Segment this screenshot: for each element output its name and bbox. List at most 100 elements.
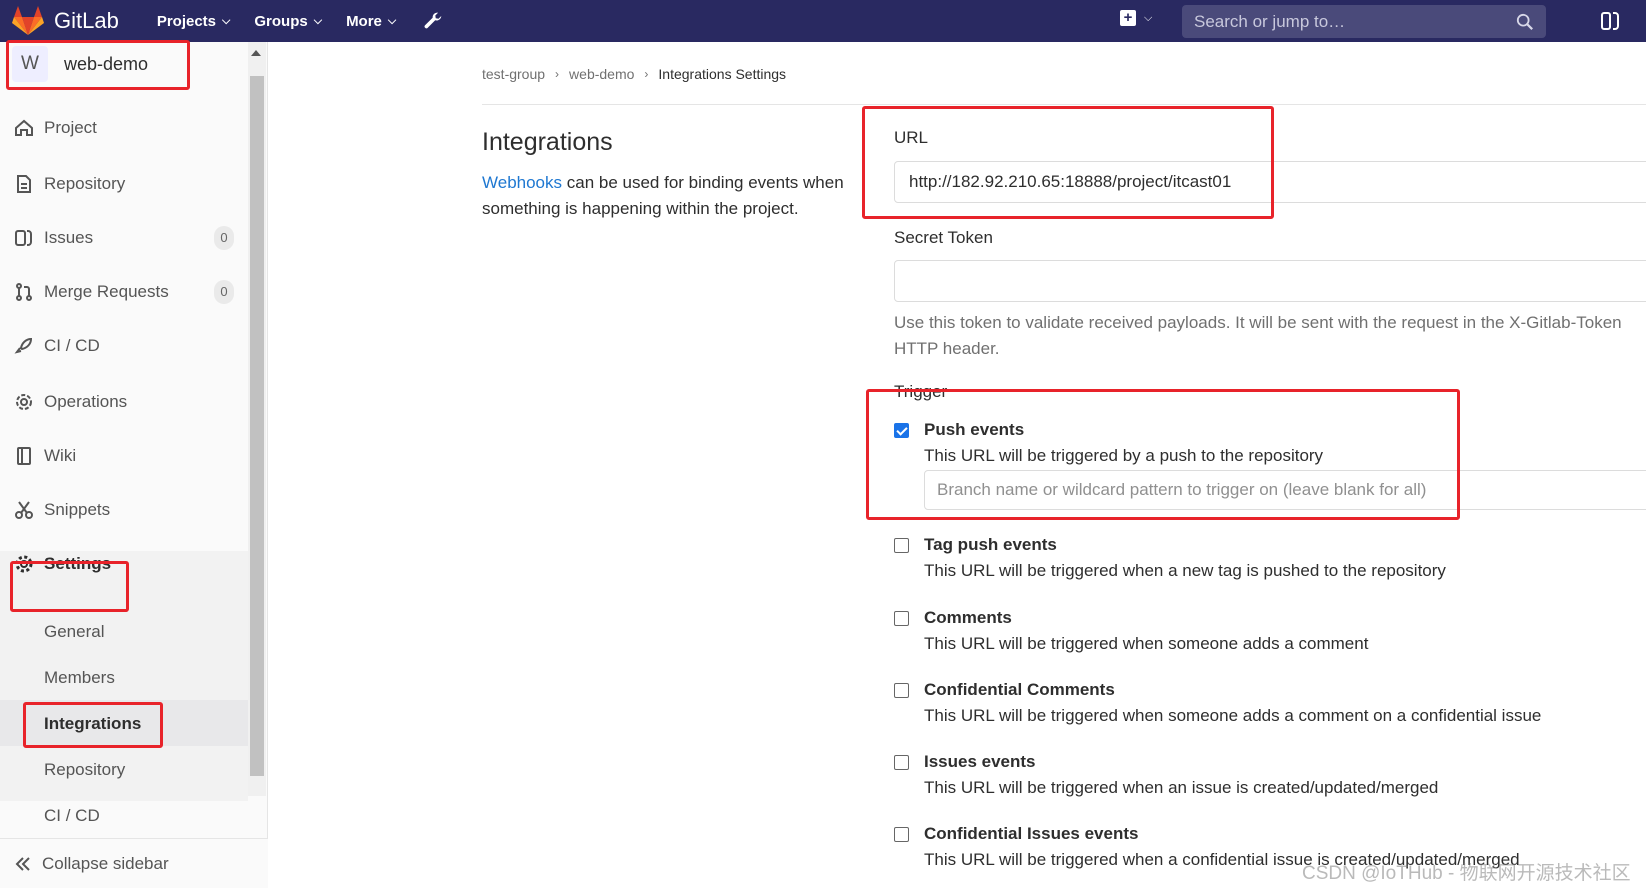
collapse-sidebar-label: Collapse sidebar xyxy=(42,853,169,873)
sidebar-item-label: Snippets xyxy=(44,500,111,519)
nav-projects[interactable]: Projects ⌵ xyxy=(157,13,231,30)
nav-groups-label: Groups xyxy=(254,12,308,30)
sidebar-item-label: Merge Requests xyxy=(44,282,169,301)
breadcrumb: test-group › web-demo › Integrations Set… xyxy=(482,66,786,82)
event-title: Issues events xyxy=(924,752,1036,771)
sidebar-item-label: Settings xyxy=(44,554,112,573)
sidebar-item-issues[interactable]: Issues 0 xyxy=(14,226,234,250)
breadcrumb-divider xyxy=(482,104,1646,105)
push-events-checkbox[interactable] xyxy=(894,423,909,438)
issues-events-checkbox[interactable] xyxy=(894,755,909,770)
project-header[interactable]: W web-demo xyxy=(12,46,148,82)
breadcrumb-project[interactable]: web-demo xyxy=(569,66,634,82)
event-desc: This URL will be triggered when an issue… xyxy=(924,778,1439,797)
branch-filter-placeholder: Branch name or wildcard pattern to trigg… xyxy=(937,480,1427,499)
nav-groups[interactable]: Groups ⌵ xyxy=(254,13,322,30)
page-title: Integrations xyxy=(482,128,613,156)
webhooks-link[interactable]: Webhooks xyxy=(482,173,562,192)
merge-requests-icon[interactable] xyxy=(1600,11,1620,31)
admin-wrench-icon[interactable] xyxy=(422,10,444,32)
event-desc: This URL will be triggered when a new ta… xyxy=(924,561,1446,580)
project-avatar: W xyxy=(12,46,48,82)
search-input[interactable]: Search or jump to… xyxy=(1182,5,1546,38)
scrollbar-thumb[interactable] xyxy=(250,76,264,776)
settings-sub-general[interactable]: General xyxy=(44,622,104,642)
breadcrumb-group[interactable]: test-group xyxy=(482,66,545,82)
nav-projects-label: Projects xyxy=(156,12,217,30)
merge-requests-count-badge: 0 xyxy=(214,280,234,304)
brand-name: GitLab xyxy=(54,8,119,33)
sidebar-item-operations[interactable]: Operations xyxy=(14,392,234,412)
secret-token-hint: Use this token to validate received payl… xyxy=(894,313,1622,358)
tag-push-events-checkbox[interactable] xyxy=(894,538,909,553)
watermark: CSDN @IoTHub - 物联网开源技术社区 xyxy=(1302,863,1631,884)
event-desc: This URL will be triggered when someone … xyxy=(924,706,1542,725)
new-item-dropdown[interactable]: + ⌵ xyxy=(1120,10,1152,26)
event-title: Confidential Issues events xyxy=(924,824,1139,843)
chevron-right-icon: › xyxy=(555,67,560,81)
scissors-icon xyxy=(15,501,33,519)
settings-sub-repository[interactable]: Repository xyxy=(44,760,125,780)
scroll-up-icon[interactable] xyxy=(251,50,261,56)
event-title: Confidential Comments xyxy=(924,680,1115,699)
gitlab-home-link[interactable]: GitLab xyxy=(12,0,119,42)
event-desc: This URL will be triggered when someone … xyxy=(924,634,1369,653)
sidebar-item-label: Repository xyxy=(44,174,126,193)
confidential-comments-checkbox[interactable] xyxy=(894,683,909,698)
plus-icon: + xyxy=(1120,10,1136,26)
issues-count-badge: 0 xyxy=(214,226,234,250)
document-icon xyxy=(17,175,31,193)
collapse-sidebar-button[interactable]: Collapse sidebar xyxy=(0,838,268,888)
url-input[interactable]: http://182.92.210.65:18888/project/itcas… xyxy=(894,161,1646,203)
comments-checkbox[interactable] xyxy=(894,611,909,626)
gear-icon xyxy=(15,555,33,573)
sidebar-item-label: Issues xyxy=(44,228,94,247)
sidebar-scrollbar[interactable] xyxy=(248,42,266,796)
event-title: Comments xyxy=(924,608,1012,627)
chevron-down-icon: ⌵ xyxy=(1144,11,1153,24)
chevron-right-icon: › xyxy=(644,67,649,81)
rocket-icon xyxy=(14,337,33,354)
page-description: Webhooks can be used for binding events … xyxy=(482,170,862,222)
home-icon xyxy=(15,119,33,136)
book-icon xyxy=(17,447,31,465)
nav-more[interactable]: More ⌵ xyxy=(346,13,396,30)
chevron-down-icon: ⌵ xyxy=(387,14,397,27)
breadcrumb-current[interactable]: Integrations Settings xyxy=(658,66,786,82)
confidential-issues-checkbox[interactable] xyxy=(894,827,909,842)
merge-request-icon xyxy=(16,283,32,301)
settings-sub-members[interactable]: Members xyxy=(44,668,115,688)
url-label: URL xyxy=(894,128,929,147)
gitlab-logo-icon xyxy=(12,6,44,35)
sidebar-item-merge-requests[interactable]: Merge Requests 0 xyxy=(14,280,234,304)
sidebar-item-snippets[interactable]: Snippets xyxy=(14,500,234,520)
url-value: http://182.92.210.65:18888/project/itcas… xyxy=(909,172,1232,191)
secret-token-input[interactable] xyxy=(894,260,1646,302)
sidebar-item-project[interactable]: Project xyxy=(14,118,234,138)
sidebar-item-label: Operations xyxy=(44,392,128,411)
double-chevron-left-icon xyxy=(15,856,30,871)
issues-icon xyxy=(15,230,32,246)
trigger-label: Trigger xyxy=(894,382,948,401)
branch-filter-input[interactable]: Branch name or wildcard pattern to trigg… xyxy=(924,470,1646,510)
sidebar-item-repository[interactable]: Repository xyxy=(14,174,234,194)
project-name: web-demo xyxy=(64,53,149,74)
secret-token-label: Secret Token xyxy=(894,228,993,247)
settings-sub-integrations[interactable]: Integrations xyxy=(44,714,141,734)
chevron-down-icon: ⌵ xyxy=(222,14,231,27)
cloud-gear-icon xyxy=(16,394,32,410)
settings-sub-ci-cd[interactable]: CI / CD xyxy=(44,806,100,826)
sidebar-item-settings[interactable]: Settings xyxy=(14,554,234,574)
nav-more-label: More xyxy=(346,12,382,30)
search-icon xyxy=(1516,13,1533,30)
sidebar-item-label: Wiki xyxy=(44,446,77,465)
event-title: Push events xyxy=(924,420,1025,439)
search-placeholder: Search or jump to… xyxy=(1194,11,1346,31)
chevron-down-icon: ⌵ xyxy=(313,14,323,27)
sidebar-item-ci-cd[interactable]: CI / CD xyxy=(14,336,234,356)
top-navbar: GitLab Projects ⌵ Groups ⌵ More ⌵ + ⌵ Se… xyxy=(0,0,1646,42)
event-desc: This URL will be triggered by a push to … xyxy=(924,446,1324,465)
sidebar-item-wiki[interactable]: Wiki xyxy=(14,446,234,466)
sidebar-item-label: Project xyxy=(44,118,97,137)
sidebar-item-label: CI / CD xyxy=(44,336,100,355)
